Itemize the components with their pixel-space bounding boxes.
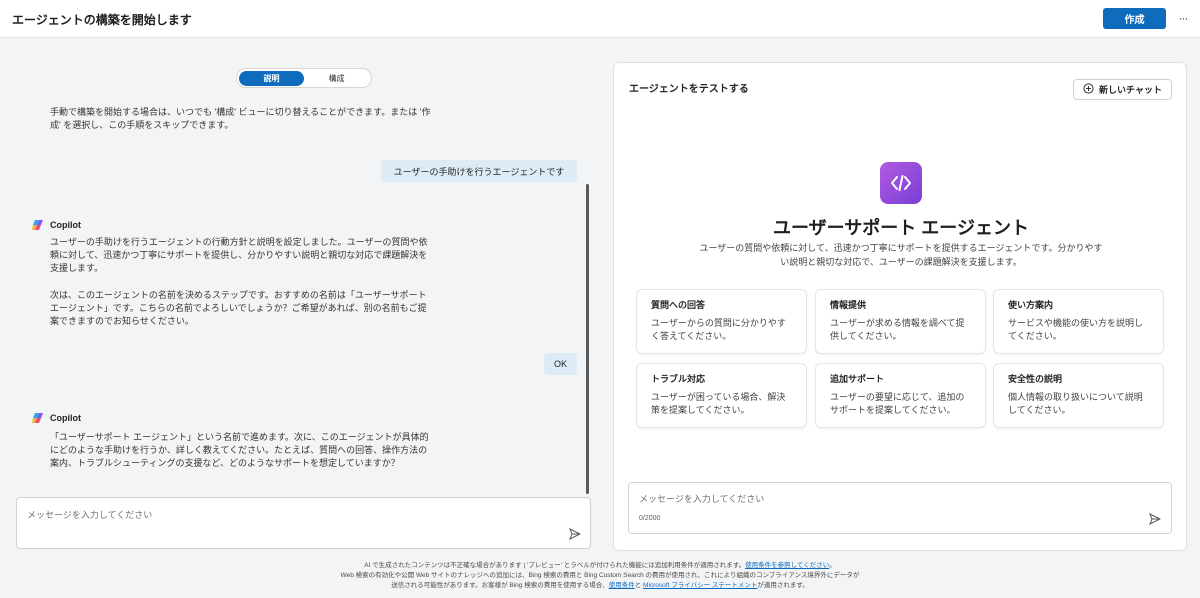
send-icon[interactable] [569, 527, 582, 541]
new-chat-button[interactable]: 新しいチャット [1073, 79, 1172, 100]
char-counter: 0/2000 [639, 515, 661, 522]
footer-line-1: AI で生成されたコンテンツは不正確な場合があります | 'プレビュー' とラベ… [300, 561, 900, 571]
privacy-statement-link[interactable]: Microsoft プライバシー ステートメント [643, 582, 757, 589]
copilot-name: Copilot [50, 220, 81, 230]
agent-code-icon [880, 162, 922, 204]
starter-card-title: 安全性の説明 [1008, 374, 1063, 384]
starter-card[interactable]: 安全性の説明 個人情報の取り扱いについて説明してください。 [993, 363, 1164, 428]
starter-card[interactable]: 使い方案内 サービスや機能の使い方を説明してください。 [993, 289, 1164, 354]
footer-text: 。 [829, 562, 836, 569]
footer-line-3: 送信される可能性があります。お客様が Bing 検索の費用を使用する場合、使用条… [300, 581, 900, 591]
tab-configure[interactable]: 構成 [304, 71, 369, 86]
starter-card-title: 質問への回答 [651, 300, 706, 310]
starter-card[interactable]: 質問への回答 ユーザーからの質問に分かりやすく答えてください。 [636, 289, 807, 354]
new-chat-label: 新しいチャット [1099, 85, 1162, 95]
new-chat-icon [1083, 83, 1094, 96]
agent-name: ユーザーサポート エージェント [773, 218, 1029, 238]
starter-card-title: トラブル対応 [651, 374, 706, 384]
more-options-button[interactable]: ··· [1174, 9, 1192, 27]
user-message: OK [544, 353, 577, 375]
create-button[interactable]: 作成 [1103, 8, 1166, 29]
test-agent-panel: エージェントをテストする 新しいチャット ユーザーサポート エージェント ユーザ… [613, 62, 1187, 551]
copilot-header: Copilot [32, 219, 81, 231]
terms-link[interactable]: 使用条件を参照してください [745, 562, 829, 569]
starter-card-title: 追加サポート [830, 374, 885, 384]
chat-scrollbar[interactable] [586, 184, 589, 494]
starter-card-desc: ユーザーの要望に応じて、追加のサポートを提案してください。 [830, 392, 965, 415]
terms-of-use-link[interactable]: 使用条件 [609, 582, 635, 589]
user-message: ユーザーの手助けを行うエージェントです [381, 160, 577, 182]
starter-card-desc: 個人情報の取り扱いについて説明してください。 [1008, 392, 1143, 415]
starter-card-title: 使い方案内 [1008, 300, 1054, 310]
input-placeholder: メッセージを入力してください [639, 494, 765, 504]
test-message-input[interactable]: メッセージを入力してください 0/2000 [628, 482, 1172, 534]
copilot-icon [32, 219, 44, 231]
page-title: エージェントの構築を開始します [12, 13, 192, 27]
starter-card-title: 情報提供 [830, 300, 867, 310]
send-icon[interactable] [1149, 512, 1162, 526]
input-placeholder: メッセージを入力してください [27, 510, 153, 520]
agent-description: ユーザーの質問や依頼に対して、迅速かつ丁寧にサポートを提供するエージェントです。… [699, 243, 1103, 267]
view-toggle: 説明 構成 [236, 68, 372, 88]
disclaimer-footer: AI で生成されたコンテンツは不正確な場合があります | 'プレビュー' とラベ… [300, 561, 900, 591]
intro-text: 手動で構築を開始する場合は、いつでも '構成' ビューに切り替えることができます… [50, 107, 431, 130]
footer-line-2: Web 検索の有効化や公開 Web サイトのナレッジへの追加には、Bing 検索… [340, 572, 860, 579]
copilot-message: ユーザーの手助けを行うエージェントの行動方針と説明を設定しました。ユーザーの質問… [50, 237, 428, 273]
copilot-header: Copilot [32, 412, 81, 424]
starter-card-desc: サービスや機能の使い方を説明してください。 [1008, 318, 1144, 341]
copilot-icon [32, 412, 44, 424]
footer-text: 送信される可能性があります。お客様が Bing 検索の費用を使用する場合、 [391, 582, 609, 589]
starter-card[interactable]: トラブル対応 ユーザーが困っている場合、解決策を提案してください。 [636, 363, 807, 428]
starter-card-desc: ユーザーからの質問に分かりやすく答えてください。 [651, 318, 786, 341]
tab-describe[interactable]: 説明 [239, 70, 304, 86]
chat-message-input[interactable]: メッセージを入力してください [16, 497, 591, 549]
footer-text: が適用されます。 [757, 582, 809, 589]
copilot-name: Copilot [50, 413, 81, 423]
starter-card[interactable]: 追加サポート ユーザーの要望に応じて、追加のサポートを提案してください。 [815, 363, 986, 428]
starter-card-desc: ユーザーが求める情報を調べて提供してください。 [830, 318, 965, 341]
panel-title: エージェントをテストする [629, 84, 749, 95]
footer-text: AI で生成されたコンテンツは不正確な場合があります | 'プレビュー' とラベ… [364, 562, 746, 569]
starter-card[interactable]: 情報提供 ユーザーが求める情報を調べて提供してください。 [815, 289, 986, 354]
copilot-message: 「ユーザーサポート エージェント」という名前で進めます。次に、このエージェントが… [50, 432, 429, 468]
copilot-message: 次は、このエージェントの名前を決めるステップです。おすすめの名前は「ユーザーサポ… [50, 290, 427, 326]
footer-text: と [634, 582, 642, 589]
starter-card-desc: ユーザーが困っている場合、解決策を提案してください。 [651, 392, 786, 415]
top-bar: エージェントの構築を開始します 作成 ··· [0, 0, 1200, 38]
